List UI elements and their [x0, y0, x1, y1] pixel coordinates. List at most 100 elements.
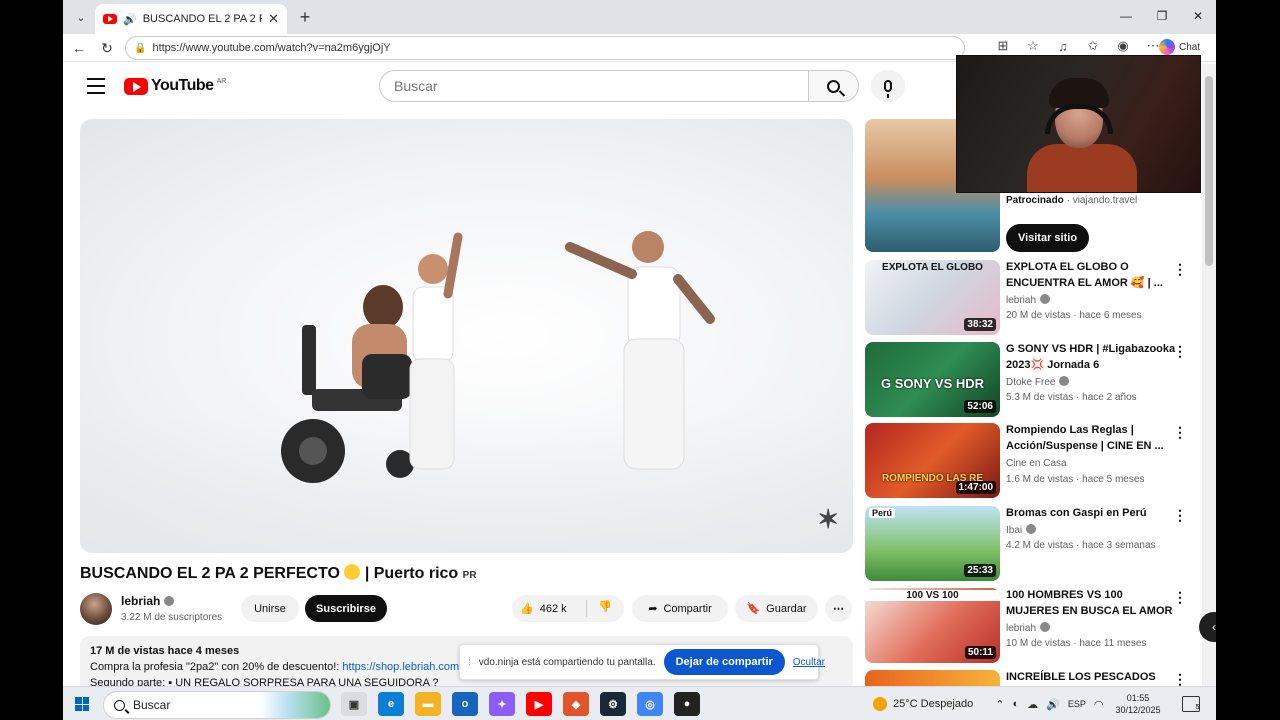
speaker-icon[interactable]: 🔊: [123, 13, 137, 26]
voice-search-button[interactable]: [871, 70, 905, 102]
volume-icon[interactable]: 🔊: [1046, 698, 1060, 711]
chat-label: Chat: [1179, 41, 1201, 53]
channel-avatar[interactable]: [80, 593, 112, 625]
wheelchair-back: [302, 325, 316, 395]
browser-toolbar-icons: ⊞ ☆ ♫ ✩ ◉ ⋯: [993, 38, 1163, 54]
steam-icon[interactable]: ⚙: [600, 692, 626, 716]
clock[interactable]: 01:55 30/12/2025: [1115, 692, 1160, 716]
channel-name[interactable]: lebriah: [121, 594, 175, 608]
outlook-icon[interactable]: o: [452, 692, 478, 716]
related-title-3[interactable]: Rompiendo Las Reglas | Acción/Suspense |…: [1006, 422, 1176, 454]
video-player[interactable]: ✶: [80, 119, 853, 553]
related-thumbnail-4[interactable]: Perú 25:33: [865, 506, 1000, 581]
webcam-person-body: [1027, 144, 1137, 192]
shop-link[interactable]: https://shop.lebriah.com: [342, 661, 459, 673]
favorites-icon[interactable]: ✩: [1083, 38, 1103, 54]
related-thumbnail-1[interactable]: EXPLOTA EL GLOBO 38:32: [865, 260, 1000, 335]
tab-close-icon[interactable]: ✕: [268, 11, 279, 27]
edge-browser-icon[interactable]: e: [378, 692, 404, 716]
subscribe-button[interactable]: Suscribirse: [305, 595, 387, 622]
taskbar-search-label: Buscar: [133, 698, 171, 712]
back-arrow-icon[interactable]: ←: [69, 38, 89, 58]
related-menu-icon[interactable]: ⋮: [1173, 507, 1187, 523]
related-title-6[interactable]: INCREÍBLE LOS PESCADOS: [1006, 669, 1176, 685]
thumbs-down-icon[interactable]: 👎: [598, 600, 612, 613]
related-menu-icon[interactable]: ⋮: [1173, 589, 1187, 605]
related-meta-5: 10 M de vistas · hace 11 meses: [1006, 638, 1147, 649]
related-title-4[interactable]: Bromas con Gaspi en Perú: [1006, 505, 1176, 521]
save-button[interactable]: 🔖 Guardar: [735, 595, 818, 622]
taskbar-search[interactable]: Buscar: [103, 691, 331, 719]
media-control-icon[interactable]: ♫: [1053, 39, 1073, 54]
related-menu-icon[interactable]: ⋮: [1173, 343, 1187, 359]
related-title-2[interactable]: G SONY VS HDR | #Ligabazooka 2023💢 Jorna…: [1006, 341, 1176, 373]
related-channel-4[interactable]: Ibai: [1006, 524, 1037, 536]
scrollbar-thumb[interactable]: [1205, 76, 1213, 266]
profile-icon[interactable]: ◉: [1113, 38, 1133, 54]
related-thumbnail-2[interactable]: G SONY VS HDR 52:06: [865, 342, 1000, 417]
related-title-1[interactable]: EXPLOTA EL GLOBO O ENCUENTRA EL AMOR 🥰 |…: [1006, 259, 1176, 291]
wifi-icon[interactable]: ◠: [1094, 698, 1104, 711]
related-menu-icon[interactable]: ⋮: [1173, 261, 1187, 277]
drag-handle-icon[interactable]: ⁞: [468, 657, 471, 668]
youtube-app-icon[interactable]: ▶: [526, 692, 552, 716]
join-button[interactable]: Unirse: [241, 595, 299, 622]
dancer-two-head: [632, 231, 664, 263]
copilot-chat-button[interactable]: Chat: [1159, 39, 1200, 55]
site-info-icon[interactable]: 🔒: [134, 43, 146, 54]
related-title-5[interactable]: 100 HOMBRES VS 100 MUJERES EN BUSCA EL A…: [1006, 587, 1176, 619]
country-code: AR: [216, 77, 227, 85]
language-indicator[interactable]: ESP: [1068, 699, 1086, 709]
related-menu-icon[interactable]: ⋮: [1173, 671, 1187, 687]
related-menu-icon[interactable]: ⋮: [1173, 424, 1187, 440]
show-hidden-icons-chevron[interactable]: ⌃: [995, 698, 1004, 711]
windows-start-icon[interactable]: [75, 697, 89, 711]
related-channel-1[interactable]: lebriah: [1006, 294, 1051, 306]
related-thumbnail-3[interactable]: ROMPIENDO LAS RE 1:47:00: [865, 423, 1000, 498]
share-button[interactable]: ➦ Compartir: [632, 595, 728, 622]
visit-site-button[interactable]: Visitar sitio: [1006, 224, 1089, 252]
new-tab-plus-icon[interactable]: +: [293, 5, 317, 29]
related-channel-5[interactable]: lebriah: [1006, 622, 1051, 634]
brave-browser-icon[interactable]: ◆: [563, 692, 589, 716]
reload-icon[interactable]: ↻: [97, 38, 117, 58]
youtube-logo[interactable]: YouTube AR: [124, 77, 226, 95]
thumbs-up-icon[interactable]: 👍: [520, 602, 534, 615]
like-count[interactable]: 462 k: [540, 603, 567, 615]
window-close-icon[interactable]: ✕: [1180, 0, 1216, 32]
task-view-icon[interactable]: ▣: [341, 692, 367, 716]
search-button[interactable]: [808, 70, 859, 102]
address-bar[interactable]: 🔒 https://www.youtube.com/watch?v=na2m6y…: [125, 36, 965, 60]
app-icon[interactable]: ●: [674, 692, 700, 716]
clock-time: 01:55: [1126, 693, 1150, 703]
weather-widget[interactable]: 25°C Despejado: [873, 697, 973, 711]
more-actions-icon[interactable]: ⋯: [825, 595, 852, 622]
description-text: Compra la profesia "2pa2" con 20% de des…: [90, 661, 343, 673]
related-meta-3: 1.6 M de vistas · hace 5 meses: [1006, 474, 1145, 485]
copilot-app-icon[interactable]: ✦: [489, 692, 515, 716]
favorite-star-icon[interactable]: ☆: [1023, 38, 1043, 54]
apps-icon[interactable]: ⊞: [993, 38, 1013, 54]
restore-icon[interactable]: ❐: [1144, 0, 1180, 32]
related-channel-3[interactable]: Cine en Casa: [1006, 458, 1067, 469]
chrome-icon[interactable]: ◎: [637, 692, 663, 716]
search-input[interactable]: [379, 70, 809, 102]
tab-title: BUSCANDO EL 2 PA 2 PERFECTO: [142, 13, 262, 25]
related-channel-2[interactable]: Dtoke Free: [1006, 376, 1070, 388]
screen-share-notice: ⁞ vdo.ninja está compartiendo tu pantall…: [459, 644, 825, 680]
minimize-icon[interactable]: —: [1108, 0, 1144, 32]
menu-hamburger-icon[interactable]: [87, 78, 105, 94]
related-thumbnail-5[interactable]: 100 VS 100 50:11: [865, 588, 1000, 663]
page-scrollbar[interactable]: [1202, 64, 1216, 686]
stop-sharing-button[interactable]: Dejar de compartir: [663, 649, 785, 675]
browser-tab[interactable]: 🔊 BUSCANDO EL 2 PA 2 PERFECTO ✕: [95, 4, 287, 34]
video-duration: 1:47:00: [955, 481, 996, 494]
hide-notice-link[interactable]: Ocultar: [793, 657, 825, 668]
notification-center-icon[interactable]: 5: [1182, 696, 1201, 712]
file-explorer-icon[interactable]: ▬: [415, 692, 441, 716]
tray-app-icon[interactable]: ◐: [1012, 698, 1019, 710]
related-thumbnail-6[interactable]: [865, 670, 1000, 686]
onedrive-icon[interactable]: ☁: [1027, 698, 1038, 711]
tab-list-chevron-icon[interactable]: ⌄: [69, 5, 93, 29]
channel-label: lebriah: [1006, 295, 1037, 306]
